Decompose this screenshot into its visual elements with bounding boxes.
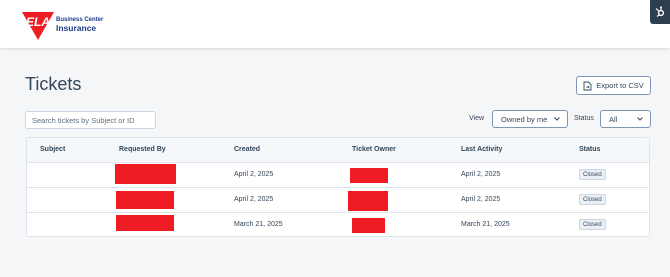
column-header-status[interactable]: Status (579, 146, 600, 153)
status-badge: Closed (579, 194, 606, 205)
export-file-icon (583, 81, 592, 90)
logo-line2: Insurance (56, 23, 97, 33)
column-header-last-activity[interactable]: Last Activity (461, 146, 502, 153)
redacted-owner (348, 191, 388, 211)
table-row[interactable]: April 2, 2025 April 2, 2025 Closed (27, 162, 649, 187)
redacted-requester (116, 191, 174, 209)
status-badge: Closed (579, 219, 606, 230)
status-select[interactable]: All (600, 110, 651, 128)
redacted-owner (350, 168, 388, 183)
column-header-requested-by[interactable]: Requested By (119, 146, 166, 153)
page-title: Tickets (25, 74, 82, 94)
logo-mark-icon: ELA (22, 12, 54, 40)
table-row[interactable]: March 21, 2025 March 21, 2025 Closed (27, 212, 649, 237)
created-cell: April 2, 2025 (234, 196, 274, 203)
column-header-created[interactable]: Created (234, 146, 260, 153)
chevron-down-icon (637, 117, 643, 121)
column-header-subject[interactable]: Subject (40, 146, 65, 153)
status-badge: Closed (579, 169, 606, 180)
last-activity-cell: April 2, 2025 (461, 171, 501, 178)
company-logo[interactable]: ELA Business Center Insurance (20, 6, 103, 42)
status-label: Status (574, 115, 594, 122)
hubspot-sprocket-button[interactable] (650, 0, 670, 24)
last-activity-cell: April 2, 2025 (461, 196, 501, 203)
redacted-requester (115, 164, 176, 184)
view-label: View (469, 115, 485, 122)
status-select-value: All (609, 114, 618, 124)
export-to-csv-button[interactable]: Export to CSV (576, 76, 651, 95)
created-cell: March 21, 2025 (234, 221, 283, 228)
view-select-value: Owned by me (501, 114, 548, 124)
created-cell: April 2, 2025 (234, 171, 274, 178)
redacted-owner (352, 218, 385, 233)
redacted-requester (116, 215, 174, 231)
hubspot-sprocket-icon (655, 6, 665, 17)
last-activity-cell: March 21, 2025 (461, 221, 510, 228)
top-bar: ELA Business Center Insurance (0, 0, 670, 48)
view-select[interactable]: Owned by me (492, 110, 568, 128)
table-row[interactable]: April 2, 2025 April 2, 2025 Closed (27, 187, 649, 212)
table-header-row: Subject Requested By Created Ticket Owne… (27, 138, 649, 162)
column-header-ticket-owner[interactable]: Ticket Owner (352, 146, 396, 153)
tickets-table: Subject Requested By Created Ticket Owne… (26, 137, 650, 237)
export-label: Export to CSV (596, 81, 644, 90)
svg-text:ELA: ELA (26, 15, 50, 29)
search-input[interactable] (25, 111, 156, 129)
chevron-down-icon (554, 117, 560, 121)
